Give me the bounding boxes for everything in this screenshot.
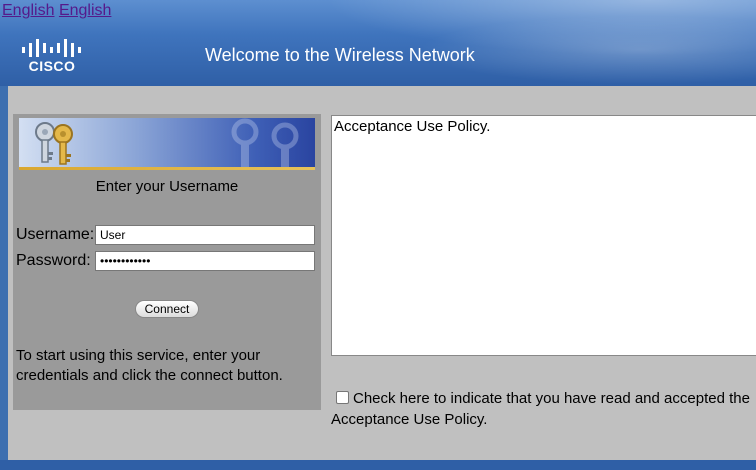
login-heading: Enter your Username — [95, 178, 239, 195]
cisco-logo: CISCO — [20, 38, 84, 76]
policy-text: Acceptance Use Policy. — [334, 118, 491, 135]
accept-policy-row: Check here to indicate that you have rea… — [331, 388, 756, 430]
login-instructions: To start using this service, enter your … — [16, 347, 283, 384]
cisco-bars-icon — [22, 39, 81, 57]
accept-policy-checkbox[interactable] — [336, 391, 349, 404]
password-input[interactable] — [95, 251, 315, 271]
username-label: Username: — [16, 226, 95, 243]
connect-button[interactable]: Connect — [135, 300, 199, 318]
main-content: Enter your Username Username: Password: … — [8, 86, 756, 460]
username-input[interactable] — [95, 225, 315, 245]
banner-stripe — [19, 167, 315, 170]
header-banner: English English CISCO Welcome to the Wir… — [0, 0, 756, 86]
acceptance-policy-box[interactable]: Acceptance Use Policy. — [331, 115, 756, 356]
login-panel: Enter your Username Username: Password: … — [13, 114, 321, 410]
keys-watermark-icon — [231, 118, 299, 170]
footer-strip — [0, 460, 756, 470]
page-title: Welcome to the Wireless Network — [205, 45, 475, 65]
keys-banner — [19, 118, 315, 170]
language-links: English English — [2, 2, 111, 20]
accept-policy-label: Check here to indicate that you have rea… — [331, 390, 750, 428]
cisco-logo-text: CISCO — [28, 58, 76, 74]
password-label: Password: — [16, 252, 91, 269]
language-link-english[interactable]: English — [59, 2, 111, 19]
language-link-english[interactable]: English — [2, 2, 54, 19]
keys-icon — [35, 122, 73, 165]
